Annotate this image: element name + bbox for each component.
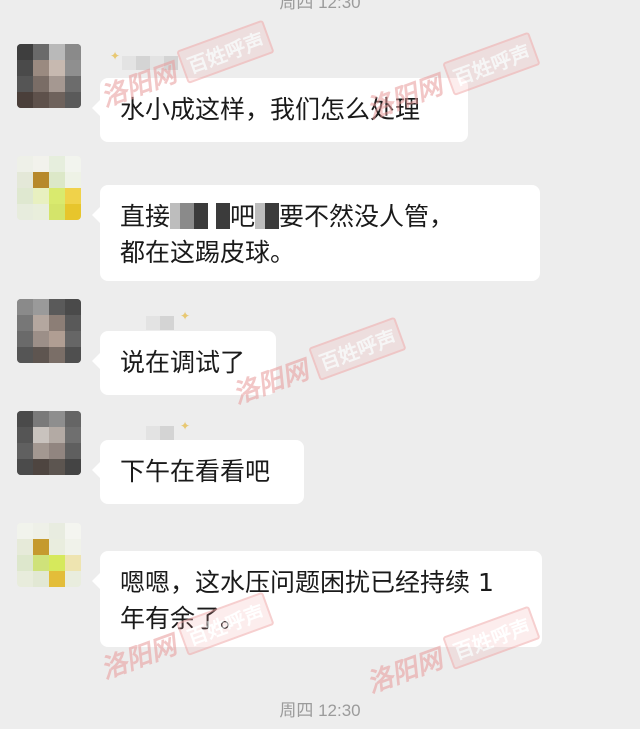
message-text-line-1: 嗯嗯，这水压问题困扰已经持续 1: [120, 568, 494, 597]
sender-name: [122, 56, 178, 74]
timestamp-bottom: 周四 12:30: [279, 701, 361, 720]
redaction-block: [194, 203, 209, 229]
message-bubble[interactable]: 下午在看看吧: [92, 440, 304, 504]
message-text: 下午在看看吧: [120, 457, 271, 486]
redaction-block: [170, 203, 181, 229]
avatar[interactable]: [17, 299, 81, 363]
message-text-line-2: 年有余了。: [120, 604, 246, 633]
avatar[interactable]: [17, 411, 81, 475]
redaction-block: [215, 203, 230, 229]
message-text-line-2: 都在这踢皮球。: [120, 238, 296, 267]
message-bubble[interactable]: 嗯嗯，这水压问题困扰已经持续 1 年有余了。: [92, 551, 542, 647]
redaction-block: [264, 203, 279, 229]
message-bubble[interactable]: 说在调试了: [92, 331, 276, 395]
message-text: 说在调试了: [120, 348, 246, 377]
sparkle-icon: ✦: [180, 309, 191, 323]
timestamp-top: 周四 12:30: [279, 0, 361, 12]
redaction-block: [254, 203, 265, 229]
avatar[interactable]: [17, 44, 81, 108]
redaction-block: [180, 203, 195, 229]
message-text: 水小成这样，我们怎么处理: [120, 95, 421, 124]
sparkle-icon: ✦: [180, 419, 191, 433]
message-bubble[interactable]: 水小成这样，我们怎么处理: [92, 78, 468, 142]
sparkle-icon: ✦: [110, 49, 121, 63]
avatar[interactable]: [17, 523, 81, 587]
message-bubble[interactable]: 直接 吧要不然没人管， 都在这踢皮球。: [92, 185, 540, 281]
avatar[interactable]: [17, 156, 81, 220]
message-text-line-1: 直接 吧要不然没人管，: [120, 202, 454, 231]
